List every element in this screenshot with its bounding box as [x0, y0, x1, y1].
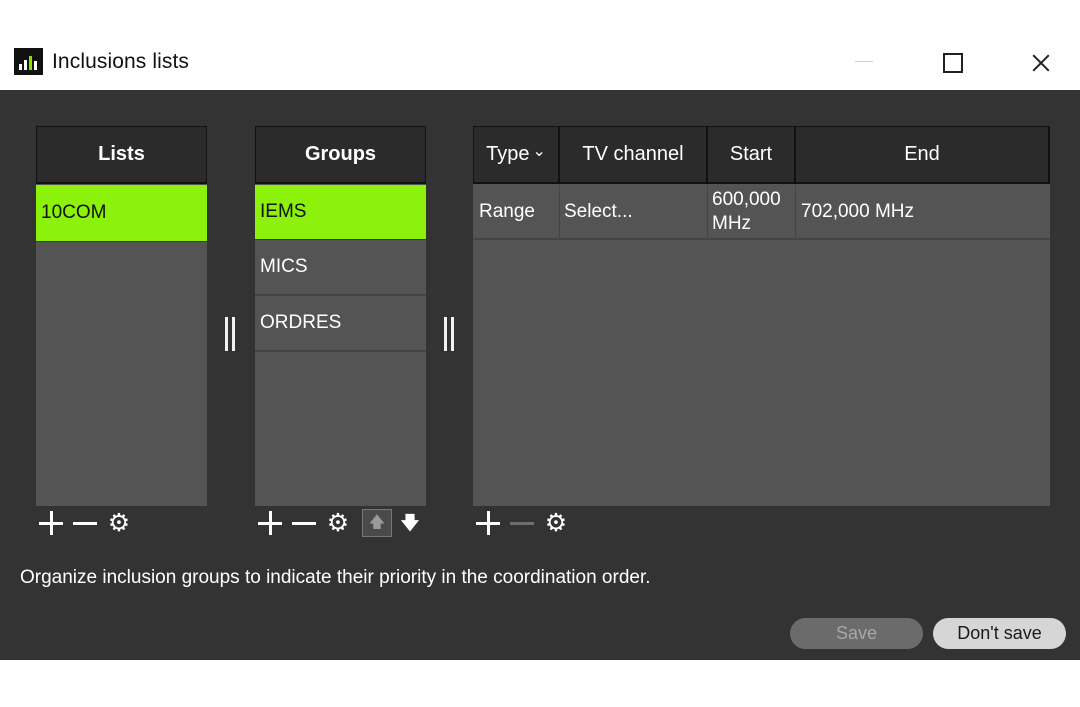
- remove-list-button[interactable]: [70, 508, 100, 538]
- dont-save-button[interactable]: Don't save: [933, 618, 1066, 649]
- range-settings-gear-icon[interactable]: ⚙: [541, 508, 571, 538]
- add-group-button[interactable]: [255, 508, 285, 538]
- list-item-10com[interactable]: 10COM: [36, 185, 207, 242]
- splitter-groups-ranges[interactable]: [442, 317, 456, 351]
- group-item-label: IEMS: [260, 201, 307, 222]
- group-item-mics[interactable]: MICS: [255, 240, 426, 296]
- maximize-button[interactable]: [925, 36, 979, 90]
- close-button[interactable]: [1013, 36, 1067, 90]
- cell-type[interactable]: Range: [473, 185, 560, 238]
- title-bar: Inclusions lists: [0, 36, 1080, 90]
- add-list-button[interactable]: [36, 508, 66, 538]
- lists-header: Lists: [36, 126, 207, 184]
- splitter-lists-groups[interactable]: [223, 317, 237, 351]
- groups-header: Groups: [255, 126, 426, 184]
- dialog-body: Lists 10COM ⚙ Groups IEMS MICS ORDRES ⚙ …: [0, 90, 1080, 660]
- minimize-button[interactable]: [837, 36, 891, 90]
- group-item-iems[interactable]: IEMS: [255, 185, 426, 240]
- chevron-down-icon: ⌄: [532, 142, 546, 160]
- group-item-ordres[interactable]: ORDRES: [255, 296, 426, 352]
- move-group-down-arrow-down-icon[interactable]: 🡇: [395, 508, 425, 538]
- group-item-label: MICS: [260, 256, 308, 277]
- list-item-label: 10COM: [41, 202, 107, 223]
- column-header-type-label: Type: [486, 143, 530, 165]
- column-header-end[interactable]: End: [796, 126, 1050, 184]
- table-row[interactable]: Range Select... 600,000 MHz 702,000 MHz: [473, 185, 1050, 240]
- cell-end[interactable]: 702,000 MHz: [796, 185, 1050, 238]
- app-logo-icon: [14, 48, 43, 75]
- ranges-table: Type ⌄ TV channel Start End Range Select…: [473, 126, 1050, 506]
- group-settings-gear-icon[interactable]: ⚙: [323, 508, 353, 538]
- hint-text: Organize inclusion groups to indicate th…: [20, 567, 651, 588]
- column-header-start[interactable]: Start: [708, 126, 796, 184]
- column-header-tv-channel[interactable]: TV channel: [560, 126, 708, 184]
- lists-toolbar: ⚙: [36, 508, 156, 538]
- group-item-label: ORDRES: [260, 312, 342, 333]
- groups-toolbar: ⚙ 🡅 🡇: [255, 508, 425, 538]
- lists-panel: Lists 10COM: [36, 126, 207, 506]
- cell-start[interactable]: 600,000 MHz: [708, 185, 796, 238]
- remove-range-button[interactable]: [507, 508, 537, 538]
- remove-group-button[interactable]: [289, 508, 319, 538]
- groups-panel: Groups IEMS MICS ORDRES: [255, 126, 426, 506]
- save-button[interactable]: Save: [790, 618, 923, 649]
- column-header-type[interactable]: Type ⌄: [473, 126, 560, 184]
- move-group-up-arrow-up-icon[interactable]: 🡅: [362, 509, 392, 537]
- window-title: Inclusions lists: [52, 50, 189, 73]
- cell-tv-channel[interactable]: Select...: [560, 185, 708, 238]
- list-settings-gear-icon[interactable]: ⚙: [104, 508, 134, 538]
- ranges-toolbar: ⚙: [473, 508, 583, 538]
- add-range-button[interactable]: [473, 508, 503, 538]
